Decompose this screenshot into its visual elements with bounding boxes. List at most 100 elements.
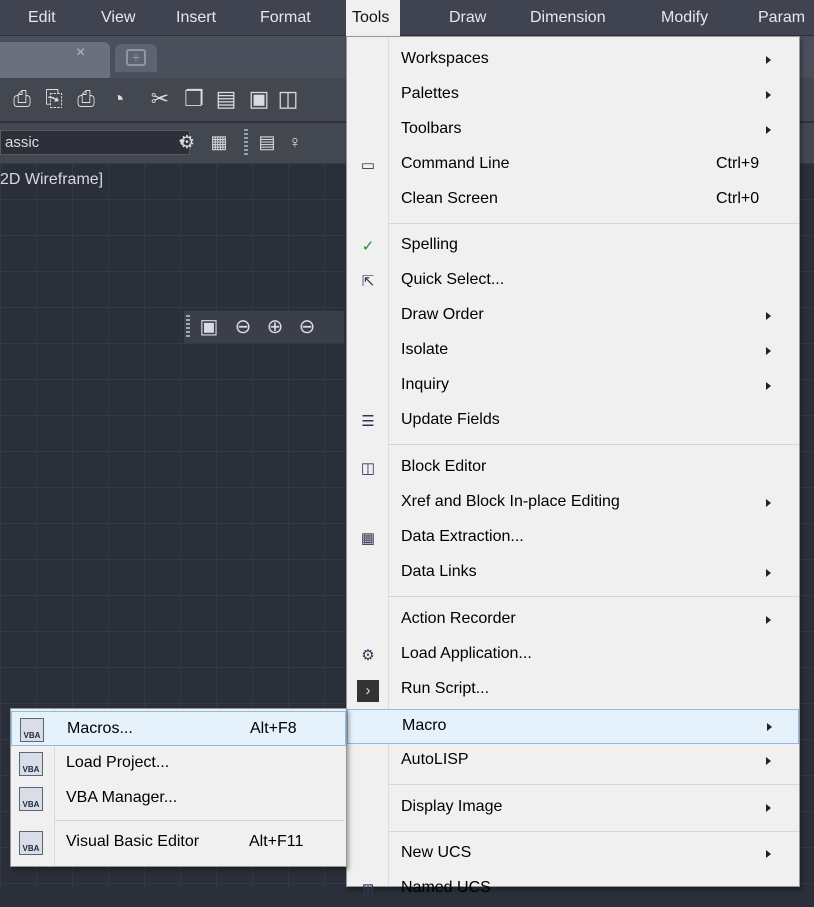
menu-item-label: Inquiry: [401, 376, 450, 393]
submenu-arrow-icon: [766, 56, 771, 64]
menu-item-shortcut: Alt+F11: [249, 833, 304, 850]
toolbar-grip[interactable]: [186, 315, 190, 339]
data-extraction-icon: ▦: [360, 530, 376, 547]
menu-item-label: Load Application...: [401, 645, 532, 662]
copy-icon[interactable]: ❐: [180, 85, 208, 113]
menu-item-label: Run Script...: [401, 680, 490, 697]
plus-icon: +: [126, 49, 146, 66]
menu-item-command-line[interactable]: ▭ Command Line Ctrl+9: [347, 148, 799, 183]
close-icon[interactable]: ×: [76, 44, 85, 62]
menu-item-xref-block-editing[interactable]: Xref and Block In-place Editing: [347, 486, 799, 521]
menu-item-palettes[interactable]: Palettes: [347, 78, 799, 113]
menu-item-macros[interactable]: VBA Macros... Alt+F8: [11, 711, 346, 746]
menu-format[interactable]: Format: [254, 0, 317, 36]
menu-item-label: Command Line: [401, 155, 510, 172]
menu-separator: [389, 444, 799, 445]
menu-item-load-application[interactable]: ⚙ Load Application...: [347, 638, 799, 673]
menu-item-inquiry[interactable]: Inquiry: [347, 369, 799, 404]
workspace-combo[interactable]: assic ▾: [0, 130, 190, 155]
menu-item-visual-basic-editor[interactable]: VBA Visual Basic Editor Alt+F11: [11, 825, 346, 860]
vba-macros-icon: VBA: [20, 718, 44, 742]
menu-item-label: Palettes: [401, 85, 459, 102]
menu-item-named-ucs[interactable]: ⊞ Named UCS: [347, 872, 799, 907]
menu-item-label: Quick Select...: [401, 271, 505, 288]
menu-item-run-script[interactable]: › Run Script...: [347, 673, 799, 708]
submenu-arrow-icon: [766, 312, 771, 320]
document-tab[interactable]: ×: [0, 42, 110, 78]
menu-insert[interactable]: Insert: [170, 0, 222, 36]
menu-item-label: Block Editor: [401, 458, 487, 475]
submenu-arrow-icon: [766, 757, 771, 765]
named-ucs-icon: ⊞: [361, 881, 375, 898]
menu-item-action-recorder[interactable]: Action Recorder: [347, 603, 799, 638]
plot-icon[interactable]: ⎙: [8, 85, 36, 113]
menu-edit[interactable]: Edit: [22, 0, 62, 36]
3d-print-icon[interactable]: ◔: [104, 85, 132, 113]
menu-item-spelling[interactable]: ✓ Spelling: [347, 229, 799, 264]
menu-item-draw-order[interactable]: Draw Order: [347, 299, 799, 334]
menu-item-display-image[interactable]: Display Image: [347, 791, 799, 826]
plot-preview-icon[interactable]: ⎘: [40, 85, 68, 113]
menu-draw[interactable]: Draw: [443, 0, 492, 36]
menu-item-label: Clean Screen: [401, 190, 498, 207]
orbit-add-icon[interactable]: ⊕: [262, 314, 288, 340]
menu-item-update-fields[interactable]: ☰ Update Fields: [347, 404, 799, 439]
menu-item-label: Action Recorder: [401, 610, 516, 627]
menu-item-isolate[interactable]: Isolate: [347, 334, 799, 369]
block-editor-icon: ◫: [360, 460, 376, 477]
menu-item-block-editor[interactable]: ◫ Block Editor: [347, 451, 799, 486]
ucs-cube-icon[interactable]: ▣: [196, 314, 222, 340]
orbit-icon[interactable]: ⊖: [230, 314, 256, 340]
publish-icon[interactable]: ⎙: [72, 85, 100, 113]
paste-icon[interactable]: ▤: [212, 85, 240, 113]
orbit-remove-icon[interactable]: ⊖: [294, 314, 320, 340]
submenu-arrow-icon: [766, 850, 771, 858]
submenu-arrow-icon: [766, 616, 771, 624]
visual-basic-editor-icon: VBA: [19, 831, 43, 855]
menu-item-autolisp[interactable]: AutoLISP: [347, 744, 799, 779]
bulb-icon[interactable]: ♀: [282, 129, 308, 155]
menu-item-clean-screen[interactable]: Clean Screen Ctrl+0: [347, 183, 799, 218]
menu-view[interactable]: View: [95, 0, 141, 36]
menu-item-load-project[interactable]: VBA Load Project...: [11, 746, 346, 781]
layer-state-icon[interactable]: ▤: [254, 129, 280, 155]
menu-item-label: Visual Basic Editor: [66, 833, 200, 850]
menu-item-toolbars[interactable]: Toolbars: [347, 113, 799, 148]
new-tab-button[interactable]: +: [115, 44, 157, 72]
spelling-icon: ✓: [361, 238, 375, 255]
menu-item-label: Workspaces: [401, 50, 489, 67]
menu-bar: Edit View Insert Format Tools Draw Dimen…: [0, 0, 814, 36]
menu-tools[interactable]: Tools: [346, 0, 400, 36]
menu-dimension[interactable]: Dimension: [524, 0, 612, 36]
menu-item-label: VBA Manager...: [66, 789, 178, 806]
submenu-arrow-icon: [766, 499, 771, 507]
menu-item-quick-select[interactable]: ⇱ Quick Select...: [347, 264, 799, 299]
command-line-icon: ▭: [360, 157, 376, 174]
menu-item-new-ucs[interactable]: New UCS: [347, 837, 799, 872]
menu-item-vba-manager[interactable]: VBA VBA Manager...: [11, 781, 346, 816]
menu-param[interactable]: Param: [752, 0, 811, 36]
vba-load-project-icon: VBA: [19, 752, 43, 776]
menu-separator: [389, 223, 799, 224]
visual-style-label[interactable]: 2D Wireframe]: [0, 171, 103, 189]
vba-manager-icon: VBA: [19, 787, 43, 811]
settings-icon[interactable]: ⚙: [174, 129, 200, 155]
match-properties-icon[interactable]: ▣: [245, 85, 273, 113]
submenu-arrow-icon: [766, 91, 771, 99]
menu-item-data-extraction[interactable]: ▦ Data Extraction...: [347, 521, 799, 556]
menu-item-workspaces[interactable]: Workspaces: [347, 43, 799, 78]
tools-menu: Workspaces Palettes Toolbars ▭ Command L…: [346, 36, 800, 898]
block-editor-icon[interactable]: ◫: [274, 85, 302, 113]
toolbar-grip[interactable]: [244, 129, 248, 157]
menu-item-macro[interactable]: Macro: [347, 709, 799, 744]
menu-item-data-links[interactable]: Data Links: [347, 556, 799, 591]
menu-item-label: New UCS: [401, 844, 472, 861]
menu-item-shortcut: Ctrl+9: [716, 155, 760, 172]
layer-properties-icon[interactable]: ▦: [206, 129, 232, 155]
menu-item-label: Named UCS: [401, 879, 491, 896]
menu-modify[interactable]: Modify: [655, 0, 714, 36]
menu-item-label: Xref and Block In-place Editing: [401, 493, 620, 510]
menu-item-shortcut: Ctrl+0: [716, 190, 760, 207]
menu-item-label: Draw Order: [401, 306, 484, 323]
cut-icon[interactable]: ✂: [146, 85, 174, 113]
